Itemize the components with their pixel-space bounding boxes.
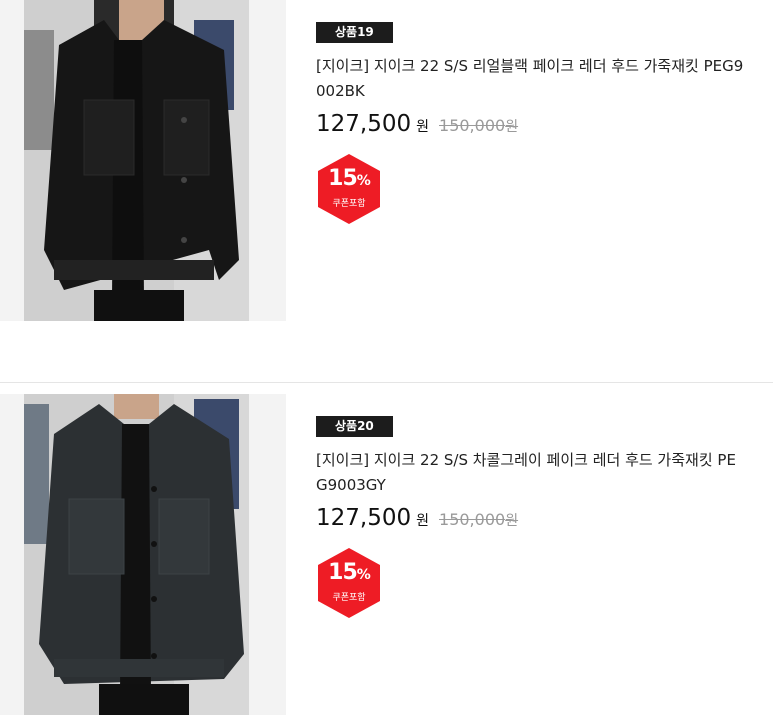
- sale-price-currency: 원: [416, 513, 430, 529]
- product-image[interactable]: [24, 0, 249, 321]
- price-row: 127,500 원 150,000 원: [316, 505, 756, 535]
- discount-percent: 15%: [316, 166, 382, 191]
- discount-sign: %: [356, 173, 371, 189]
- discount-number: 15: [328, 166, 358, 191]
- product-info: 상품20 [지이크] 지이크 22 S/S 차콜그레이 페이크 레더 후드 가죽…: [316, 415, 756, 618]
- discount-coupon-badge: 15% 쿠폰포함: [316, 548, 382, 618]
- product-image[interactable]: [24, 394, 249, 715]
- discount-coupon-badge: 15% 쿠폰포함: [316, 154, 382, 224]
- original-price: 150,000: [439, 510, 506, 529]
- product-title[interactable]: [지이크] 지이크 22 S/S 차콜그레이 페이크 레더 후드 가죽재킷 PE…: [316, 448, 746, 498]
- leather-jacket-photo-icon: [24, 394, 249, 715]
- price-row: 127,500 원 150,000 원: [316, 111, 756, 141]
- coupon-label: 쿠폰포함: [332, 593, 366, 603]
- product-divider: [0, 382, 773, 383]
- original-price-currency: 원: [505, 119, 519, 135]
- product-number-badge: 상품19: [316, 22, 393, 43]
- original-price: 150,000: [439, 116, 506, 135]
- product-info: 상품19 [지이크] 지이크 22 S/S 리얼블랙 페이크 레더 후드 가죽재…: [316, 21, 756, 224]
- coupon-label: 쿠폰포함: [332, 199, 366, 209]
- product-card[interactable]: 상품19 [지이크] 지이크 22 S/S 리얼블랙 페이크 레더 후드 가죽재…: [0, 0, 773, 321]
- sale-price: 127,500: [316, 111, 412, 137]
- sale-price-currency: 원: [416, 119, 430, 135]
- product-number-badge: 상품20: [316, 416, 393, 437]
- leather-jacket-photo-icon: [24, 0, 249, 321]
- sale-price: 127,500: [316, 505, 412, 531]
- product-card[interactable]: 상품20 [지이크] 지이크 22 S/S 차콜그레이 페이크 레더 후드 가죽…: [0, 394, 773, 715]
- original-price-currency: 원: [505, 513, 519, 529]
- discount-number: 15: [328, 560, 358, 585]
- product-title[interactable]: [지이크] 지이크 22 S/S 리얼블랙 페이크 레더 후드 가죽재킷 PEG…: [316, 54, 746, 104]
- discount-sign: %: [356, 567, 371, 583]
- discount-percent: 15%: [316, 560, 382, 585]
